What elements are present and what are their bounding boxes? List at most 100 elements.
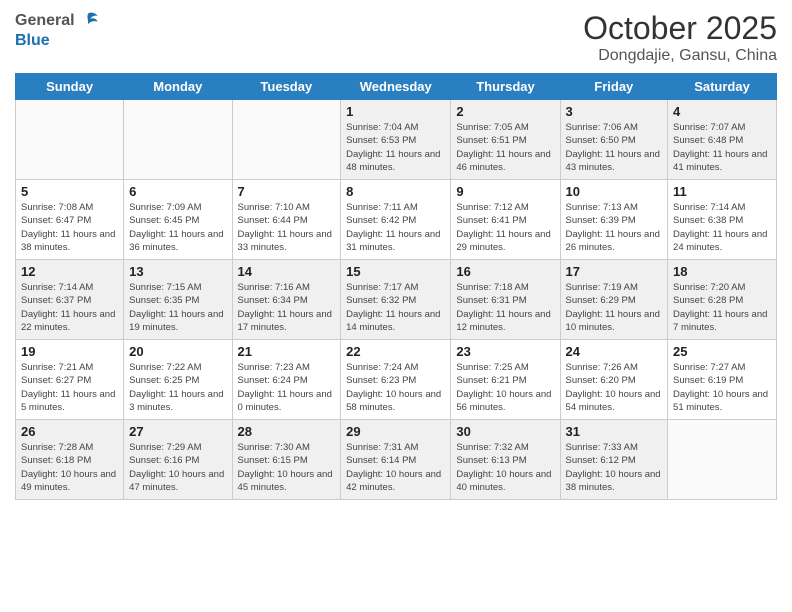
day-number: 20 xyxy=(129,344,226,359)
calendar-cell: 16 Sunrise: 7:18 AM Sunset: 6:31 PM Dayli… xyxy=(451,260,560,340)
day-info: Sunrise: 7:23 AM Sunset: 6:24 PM Dayligh… xyxy=(238,361,336,414)
day-number: 5 xyxy=(21,184,118,199)
calendar-header-monday: Monday xyxy=(124,74,232,100)
day-number: 31 xyxy=(566,424,663,439)
day-info: Sunrise: 7:13 AM Sunset: 6:39 PM Dayligh… xyxy=(566,201,663,254)
day-info: Sunrise: 7:12 AM Sunset: 6:41 PM Dayligh… xyxy=(456,201,554,254)
calendar-cell: 18 Sunrise: 7:20 AM Sunset: 6:28 PM Dayli… xyxy=(668,260,777,340)
calendar-header-friday: Friday xyxy=(560,74,668,100)
day-number: 25 xyxy=(673,344,771,359)
calendar-cell: 9 Sunrise: 7:12 AM Sunset: 6:41 PM Daylig… xyxy=(451,180,560,260)
calendar-header-sunday: Sunday xyxy=(16,74,124,100)
day-info: Sunrise: 7:29 AM Sunset: 6:16 PM Dayligh… xyxy=(129,441,226,494)
calendar-cell xyxy=(124,100,232,180)
day-number: 1 xyxy=(346,104,445,119)
day-number: 12 xyxy=(21,264,118,279)
calendar-header-saturday: Saturday xyxy=(668,74,777,100)
day-number: 22 xyxy=(346,344,445,359)
calendar-cell: 14 Sunrise: 7:16 AM Sunset: 6:34 PM Dayli… xyxy=(232,260,341,340)
location-title: Dongdajie, Gansu, China xyxy=(583,47,777,65)
day-info: Sunrise: 7:08 AM Sunset: 6:47 PM Dayligh… xyxy=(21,201,118,254)
calendar-cell: 12Sunrise: 7:14 AM Sunset: 6:37 PM Dayli… xyxy=(16,260,124,340)
calendar-cell: 2 Sunrise: 7:05 AM Sunset: 6:51 PM Daylig… xyxy=(451,100,560,180)
calendar-cell: 8 Sunrise: 7:11 AM Sunset: 6:42 PM Daylig… xyxy=(341,180,451,260)
day-number: 19 xyxy=(21,344,118,359)
day-info: Sunrise: 7:22 AM Sunset: 6:25 PM Dayligh… xyxy=(129,361,226,414)
day-number: 30 xyxy=(456,424,554,439)
day-info: Sunrise: 7:32 AM Sunset: 6:13 PM Dayligh… xyxy=(456,441,554,494)
day-number: 13 xyxy=(129,264,226,279)
day-info: Sunrise: 7:07 AM Sunset: 6:48 PM Dayligh… xyxy=(673,121,771,174)
calendar-cell: 20 Sunrise: 7:22 AM Sunset: 6:25 PM Dayli… xyxy=(124,340,232,420)
day-info: Sunrise: 7:25 AM Sunset: 6:21 PM Dayligh… xyxy=(456,361,554,414)
day-info: Sunrise: 7:15 AM Sunset: 6:35 PM Dayligh… xyxy=(129,281,226,334)
calendar-cell: 17Sunrise: 7:19 AM Sunset: 6:29 PM Dayli… xyxy=(560,260,668,340)
calendar-week-2: 12Sunrise: 7:14 AM Sunset: 6:37 PM Dayli… xyxy=(16,260,777,340)
day-info: Sunrise: 7:06 AM Sunset: 6:50 PM Dayligh… xyxy=(566,121,663,174)
day-info: Sunrise: 7:10 AM Sunset: 6:44 PM Dayligh… xyxy=(238,201,336,254)
calendar-week-1: 5 Sunrise: 7:08 AM Sunset: 6:47 PM Daylig… xyxy=(16,180,777,260)
day-info: Sunrise: 7:11 AM Sunset: 6:42 PM Dayligh… xyxy=(346,201,445,254)
logo-general-text: General xyxy=(15,12,75,30)
day-number: 11 xyxy=(673,184,771,199)
day-info: Sunrise: 7:09 AM Sunset: 6:45 PM Dayligh… xyxy=(129,201,226,254)
day-number: 18 xyxy=(673,264,771,279)
calendar-cell: 3 Sunrise: 7:06 AM Sunset: 6:50 PM Daylig… xyxy=(560,100,668,180)
calendar-header-tuesday: Tuesday xyxy=(232,74,341,100)
day-info: Sunrise: 7:04 AM Sunset: 6:53 PM Dayligh… xyxy=(346,121,445,174)
calendar-cell: 25 Sunrise: 7:27 AM Sunset: 6:19 PM Dayli… xyxy=(668,340,777,420)
day-number: 7 xyxy=(238,184,336,199)
calendar-cell: 19 Sunrise: 7:21 AM Sunset: 6:27 PM Dayli… xyxy=(16,340,124,420)
calendar-cell: 22Sunrise: 7:24 AM Sunset: 6:23 PM Dayli… xyxy=(341,340,451,420)
calendar-table: SundayMondayTuesdayWednesdayThursdayFrid… xyxy=(15,73,777,500)
calendar-cell: 6 Sunrise: 7:09 AM Sunset: 6:45 PM Daylig… xyxy=(124,180,232,260)
day-number: 9 xyxy=(456,184,554,199)
day-number: 24 xyxy=(566,344,663,359)
day-info: Sunrise: 7:30 AM Sunset: 6:15 PM Dayligh… xyxy=(238,441,336,494)
day-number: 14 xyxy=(238,264,336,279)
day-number: 27 xyxy=(129,424,226,439)
calendar-cell: 5 Sunrise: 7:08 AM Sunset: 6:47 PM Daylig… xyxy=(16,180,124,260)
day-number: 8 xyxy=(346,184,445,199)
calendar-body: 1 Sunrise: 7:04 AM Sunset: 6:53 PM Daylig… xyxy=(16,100,777,500)
day-number: 10 xyxy=(566,184,663,199)
calendar-header-thursday: Thursday xyxy=(451,74,560,100)
day-info: Sunrise: 7:27 AM Sunset: 6:19 PM Dayligh… xyxy=(673,361,771,414)
title-area: October 2025 Dongdajie, Gansu, China xyxy=(583,10,777,65)
calendar-week-0: 1 Sunrise: 7:04 AM Sunset: 6:53 PM Daylig… xyxy=(16,100,777,180)
day-info: Sunrise: 7:28 AM Sunset: 6:18 PM Dayligh… xyxy=(21,441,118,494)
day-number: 17 xyxy=(566,264,663,279)
day-number: 16 xyxy=(456,264,554,279)
day-info: Sunrise: 7:16 AM Sunset: 6:34 PM Dayligh… xyxy=(238,281,336,334)
calendar-cell: 21 Sunrise: 7:23 AM Sunset: 6:24 PM Dayli… xyxy=(232,340,341,420)
calendar-cell: 7 Sunrise: 7:10 AM Sunset: 6:44 PM Daylig… xyxy=(232,180,341,260)
calendar-cell: 13 Sunrise: 7:15 AM Sunset: 6:35 PM Dayli… xyxy=(124,260,232,340)
logo-blue-text: Blue xyxy=(15,32,50,49)
day-info: Sunrise: 7:05 AM Sunset: 6:51 PM Dayligh… xyxy=(456,121,554,174)
day-info: Sunrise: 7:33 AM Sunset: 6:12 PM Dayligh… xyxy=(566,441,663,494)
page-header: General Blue October 2025 Dongdajie, Gan… xyxy=(15,10,777,65)
day-info: Sunrise: 7:31 AM Sunset: 6:14 PM Dayligh… xyxy=(346,441,445,494)
day-number: 21 xyxy=(238,344,336,359)
calendar-week-4: 26Sunrise: 7:28 AM Sunset: 6:18 PM Dayli… xyxy=(16,420,777,500)
calendar-cell xyxy=(668,420,777,500)
day-info: Sunrise: 7:26 AM Sunset: 6:20 PM Dayligh… xyxy=(566,361,663,414)
day-number: 2 xyxy=(456,104,554,119)
day-info: Sunrise: 7:14 AM Sunset: 6:38 PM Dayligh… xyxy=(673,201,771,254)
day-number: 3 xyxy=(566,104,663,119)
day-info: Sunrise: 7:18 AM Sunset: 6:31 PM Dayligh… xyxy=(456,281,554,334)
day-number: 15 xyxy=(346,264,445,279)
logo: General Blue xyxy=(15,10,99,50)
calendar-header-row: SundayMondayTuesdayWednesdayThursdayFrid… xyxy=(16,74,777,100)
calendar-cell: 27 Sunrise: 7:29 AM Sunset: 6:16 PM Dayli… xyxy=(124,420,232,500)
calendar-cell: 30 Sunrise: 7:32 AM Sunset: 6:13 PM Dayli… xyxy=(451,420,560,500)
calendar-cell: 11 Sunrise: 7:14 AM Sunset: 6:38 PM Dayli… xyxy=(668,180,777,260)
day-number: 29 xyxy=(346,424,445,439)
calendar-cell: 4Sunrise: 7:07 AM Sunset: 6:48 PM Daylig… xyxy=(668,100,777,180)
day-number: 6 xyxy=(129,184,226,199)
calendar-cell: 29 Sunrise: 7:31 AM Sunset: 6:14 PM Dayli… xyxy=(341,420,451,500)
day-info: Sunrise: 7:20 AM Sunset: 6:28 PM Dayligh… xyxy=(673,281,771,334)
day-info: Sunrise: 7:21 AM Sunset: 6:27 PM Dayligh… xyxy=(21,361,118,414)
calendar-cell: 1 Sunrise: 7:04 AM Sunset: 6:53 PM Daylig… xyxy=(341,100,451,180)
day-number: 23 xyxy=(456,344,554,359)
